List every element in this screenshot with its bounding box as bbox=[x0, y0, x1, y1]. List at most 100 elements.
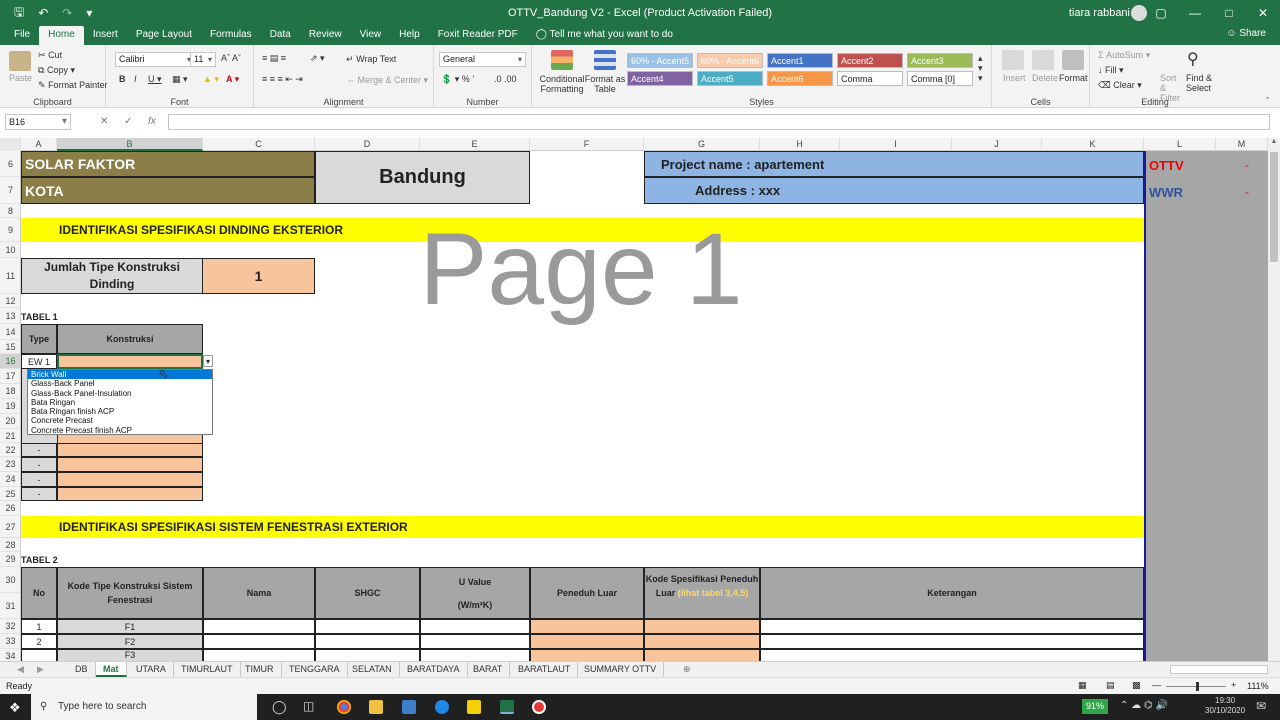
tab-home[interactable]: Home bbox=[39, 26, 84, 45]
row-header[interactable]: 30 bbox=[0, 567, 20, 593]
italic-icon[interactable]: I bbox=[134, 74, 137, 84]
row-header[interactable]: 24 bbox=[0, 472, 20, 487]
konstruksi-header[interactable]: Konstruksi bbox=[57, 324, 203, 354]
zoom-in-icon[interactable]: + bbox=[1231, 680, 1236, 690]
type-cell[interactable]: - bbox=[21, 457, 57, 472]
data-validation-dropdown[interactable]: Brick Wall Glass-Back Panel Glass-Back P… bbox=[27, 369, 213, 435]
t2-no-cell[interactable]: 2 bbox=[21, 634, 57, 649]
col-header-b[interactable]: B bbox=[57, 138, 203, 151]
wwr-label[interactable]: WWR bbox=[1149, 182, 1199, 202]
conditional-formatting-button[interactable]: Conditional Formatting bbox=[538, 74, 586, 94]
formula-input[interactable] bbox=[168, 114, 1270, 130]
tab-foxit[interactable]: Foxit Reader PDF bbox=[429, 26, 527, 45]
t2-uvalue-cell[interactable] bbox=[420, 634, 530, 649]
konstruksi-cell[interactable] bbox=[57, 487, 203, 501]
horizontal-scrollbar[interactable] bbox=[1170, 665, 1268, 674]
row-header[interactable]: 14 bbox=[0, 324, 20, 340]
kota-cell[interactable]: KOTA bbox=[21, 177, 315, 204]
photos-icon[interactable] bbox=[402, 700, 416, 714]
format-cells-icon[interactable] bbox=[1062, 50, 1084, 70]
cancel-icon[interactable]: ✕ bbox=[100, 116, 108, 127]
type-cell[interactable]: - bbox=[21, 443, 57, 457]
format-painter-button[interactable]: ✎ Format Painter bbox=[38, 80, 108, 91]
t2-keterangan-cell[interactable] bbox=[760, 619, 1144, 634]
t2-peneduh-cell[interactable] bbox=[530, 619, 644, 634]
t2-no-cell[interactable]: 1 bbox=[21, 619, 57, 634]
t2-shgc-cell[interactable] bbox=[315, 619, 420, 634]
clock[interactable]: 19:30 30/10/2020 bbox=[1205, 696, 1245, 716]
city-cell[interactable]: Bandung bbox=[315, 151, 530, 204]
row-header[interactable]: 22 bbox=[0, 443, 20, 457]
row-header[interactable]: 10 bbox=[0, 242, 20, 258]
currency-icon[interactable]: 💲 ▾ % ’ bbox=[441, 74, 474, 85]
konstruksi-cell-selected[interactable] bbox=[57, 354, 203, 369]
select-all-corner[interactable] bbox=[0, 138, 21, 151]
fill-button[interactable]: ↓ Fill ▾ bbox=[1098, 65, 1124, 76]
t2-kode-cell[interactable]: F3 bbox=[57, 649, 203, 661]
bold-icon[interactable]: B bbox=[119, 74, 126, 84]
style-accent2[interactable]: Accent2 bbox=[837, 53, 903, 68]
style-accent3[interactable]: Accent3 bbox=[907, 53, 973, 68]
col-header-d[interactable]: D bbox=[315, 138, 420, 151]
t2-nama-cell[interactable] bbox=[203, 634, 315, 649]
tell-me-box[interactable]: ◯ Tell me what you want to do bbox=[527, 26, 682, 45]
sheet-tab-selatan[interactable]: SELATAN bbox=[345, 662, 400, 677]
sticky-notes-icon[interactable] bbox=[467, 700, 481, 714]
fill-color-icon[interactable]: ▲ ▾ bbox=[203, 74, 219, 85]
t2-kode-cell[interactable]: F2 bbox=[57, 634, 203, 649]
t2-nama-cell[interactable] bbox=[203, 649, 315, 661]
wrap-text-button[interactable]: ↵ Wrap Text bbox=[346, 54, 396, 65]
col-header-h[interactable]: H bbox=[760, 138, 840, 151]
tab-view[interactable]: View bbox=[351, 26, 391, 45]
style-60-accent5[interactable]: 60% - Accent5 bbox=[627, 53, 693, 68]
tab-insert[interactable]: Insert bbox=[84, 26, 127, 45]
t2-shgc-cell[interactable] bbox=[315, 634, 420, 649]
no-header[interactable]: No bbox=[21, 567, 57, 619]
t2-kode-cell[interactable]: F1 bbox=[57, 619, 203, 634]
row-header[interactable]: 34 bbox=[0, 649, 20, 661]
row-header[interactable]: 7 bbox=[0, 177, 20, 204]
tab-page-layout[interactable]: Page Layout bbox=[127, 26, 201, 45]
col-header-c[interactable]: C bbox=[203, 138, 315, 151]
kode-header[interactable]: Kode Tipe Konstruksi Sistem Fenestrasi bbox=[57, 567, 203, 619]
sheet-tab-mat[interactable]: Mat bbox=[96, 662, 127, 677]
grow-font-icon[interactable]: Aˆ Aˇ bbox=[221, 53, 241, 63]
sheet-tab-db[interactable]: DB bbox=[68, 662, 96, 677]
paste-icon[interactable] bbox=[9, 51, 31, 71]
paste-button[interactable]: Paste bbox=[9, 73, 32, 83]
t2-peneduh-cell[interactable] bbox=[530, 634, 644, 649]
font-size-select[interactable]: 11 bbox=[190, 52, 216, 67]
minimize-button[interactable]: — bbox=[1178, 0, 1212, 26]
col-header-k[interactable]: K bbox=[1042, 138, 1144, 151]
konstruksi-cell[interactable] bbox=[57, 457, 203, 472]
styles-scroll-icon[interactable]: ▴ ▾ ▾ bbox=[978, 53, 983, 83]
excel-taskbar-icon[interactable] bbox=[500, 700, 514, 714]
format-cells-button[interactable]: Format bbox=[1059, 73, 1088, 83]
decimal-icon[interactable]: .0 .00 bbox=[494, 74, 517, 84]
format-table-button[interactable]: Format as Table bbox=[584, 74, 626, 94]
align-top-icon[interactable]: ≡ ▤ ≡ bbox=[262, 53, 286, 64]
new-sheet-icon[interactable]: ⊕ bbox=[676, 662, 698, 677]
sheet-tab-baratdaya[interactable]: BARATDAYA bbox=[400, 662, 468, 677]
close-button[interactable]: ✕ bbox=[1246, 0, 1280, 26]
t2-peneduh-cell[interactable] bbox=[530, 649, 644, 661]
borders-icon[interactable]: ▦ ▾ bbox=[172, 74, 188, 85]
dropdown-arrow-icon[interactable]: ▾ bbox=[203, 355, 213, 367]
find-select-button[interactable]: Find & Select bbox=[1186, 73, 1218, 93]
sheet-tab-baratlaut[interactable]: BARATLAUT bbox=[511, 662, 579, 677]
t2-kodespec-cell[interactable] bbox=[644, 634, 760, 649]
jumlah-label-cell[interactable]: Jumlah Tipe Konstruksi Dinding bbox=[21, 258, 203, 294]
tab-formulas[interactable]: Formulas bbox=[201, 26, 261, 45]
t2-uvalue-cell[interactable] bbox=[420, 619, 530, 634]
konstruksi-cell[interactable] bbox=[57, 443, 203, 457]
zoom-out-icon[interactable]: — bbox=[1152, 680, 1161, 690]
row-header[interactable]: 16 bbox=[0, 354, 20, 369]
tray-icons[interactable]: ⌃ ☁ ⌬ 🔊 bbox=[1120, 700, 1168, 711]
page-break-view-icon[interactable]: ▩ bbox=[1132, 680, 1141, 691]
style-comma[interactable]: Comma bbox=[837, 71, 903, 86]
next-sheet-icon[interactable]: ▶ bbox=[30, 662, 51, 677]
style-accent4[interactable]: Accent4 bbox=[627, 71, 693, 86]
dropdown-option[interactable]: Bata Ringan finish ACP bbox=[28, 407, 212, 416]
zoom-slider-thumb[interactable] bbox=[1196, 682, 1199, 691]
file-explorer-icon[interactable] bbox=[369, 700, 383, 714]
